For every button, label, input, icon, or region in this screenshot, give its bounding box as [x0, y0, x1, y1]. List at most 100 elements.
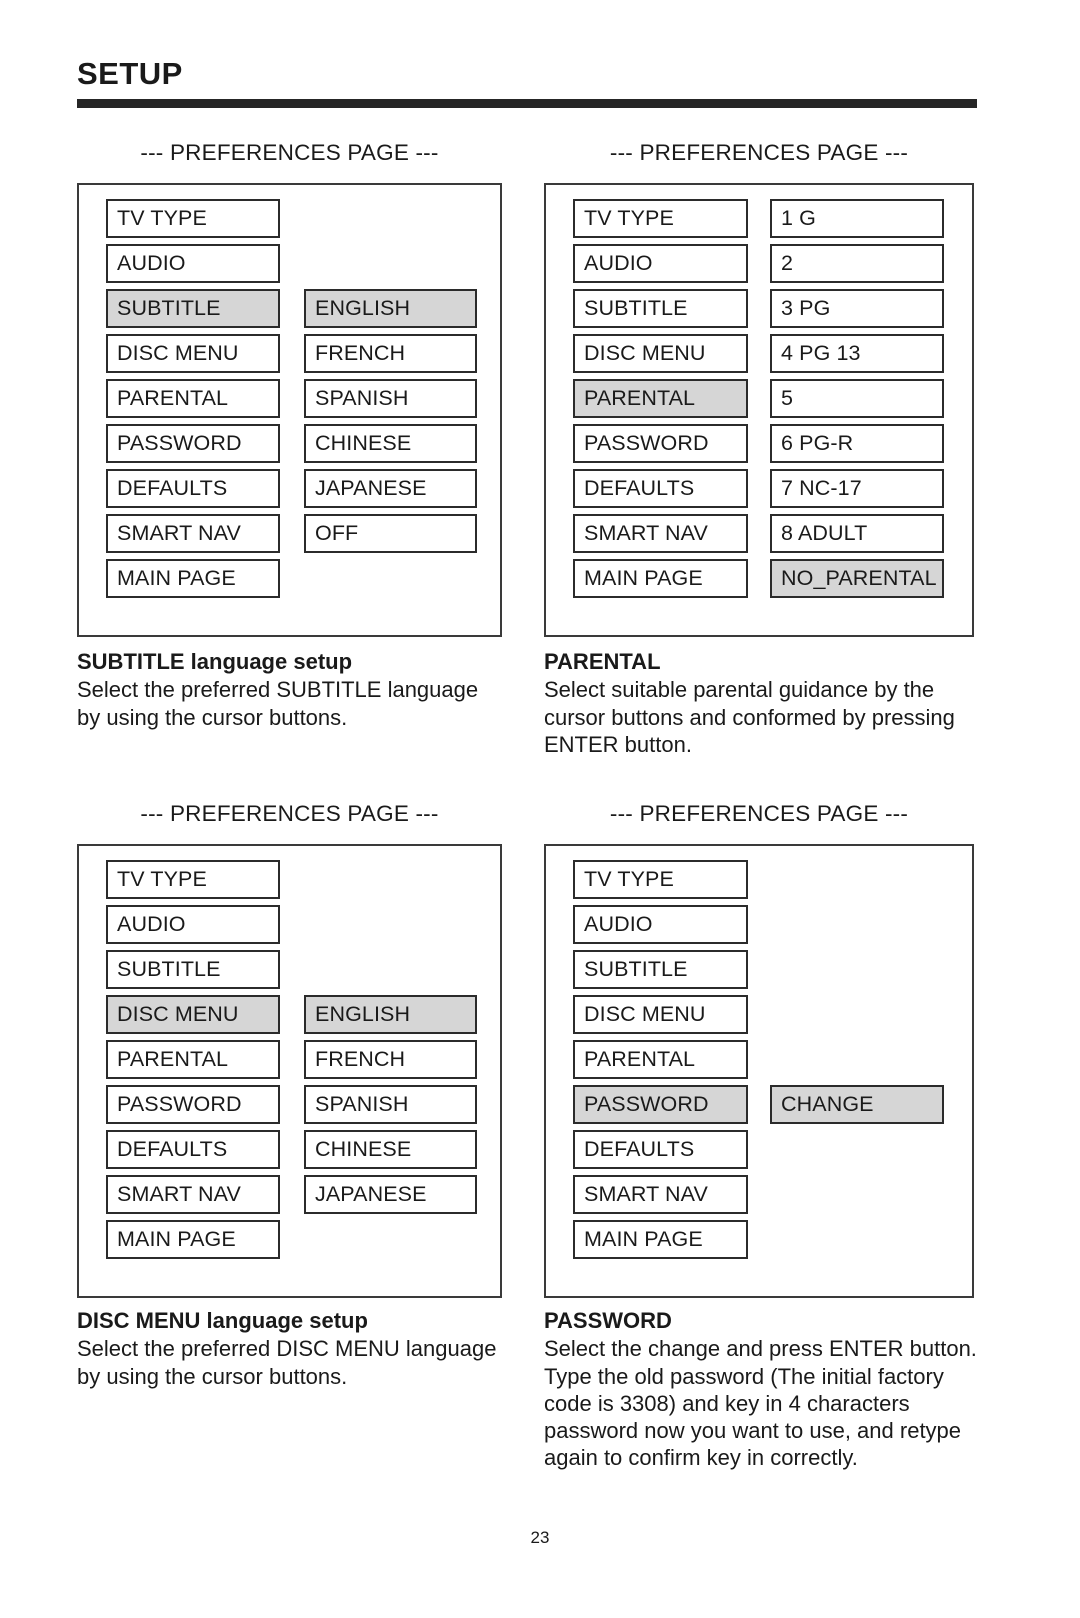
menu-item-audio[interactable]: AUDIO — [106, 905, 280, 944]
description-parental: PARENTAL Select suitable parental guidan… — [544, 648, 984, 758]
menu-item-smart-nav[interactable]: SMART NAV — [573, 514, 748, 553]
menu-item-subtitle[interactable]: SUBTITLE — [573, 950, 748, 989]
menu-item-main-page[interactable]: MAIN PAGE — [106, 559, 280, 598]
description-title: PARENTAL — [544, 649, 661, 674]
menu-item-tv-type[interactable]: TV TYPE — [106, 860, 280, 899]
menu-item-main-page[interactable]: MAIN PAGE — [573, 559, 748, 598]
menu-option-french[interactable]: FRENCH — [304, 334, 477, 373]
menu-option-spanish[interactable]: SPANISH — [304, 379, 477, 418]
osd-menu-row: SUBTITLE ENGLISH — [79, 289, 500, 334]
menu-item-audio[interactable]: AUDIO — [106, 244, 280, 283]
menu-item-password[interactable]: PASSWORD — [106, 424, 280, 463]
osd-menu-row: TV TYPE — [79, 860, 500, 905]
osd-row-group: TV TYPE AUDIO SUBTITLE DISC MENU ENGLISH PARE… — [79, 860, 500, 1265]
description-body: Select the change and press ENTER button… — [544, 1336, 977, 1471]
page-number: 23 — [530, 1528, 550, 1547]
menu-option-2[interactable]: 2 — [770, 244, 944, 283]
menu-item-password[interactable]: PASSWORD — [573, 1085, 748, 1124]
menu-item-disc-menu[interactable]: DISC MENU — [106, 995, 280, 1034]
menu-option-1-g[interactable]: 1 G — [770, 199, 944, 238]
osd-menu-row: SUBTITLE — [79, 950, 500, 995]
osd-menu-row: DISC MENU — [546, 995, 972, 1040]
osd-menu-row: MAIN PAGE — [79, 559, 500, 604]
menu-item-audio[interactable]: AUDIO — [573, 905, 748, 944]
menu-item-parental[interactable]: PARENTAL — [106, 379, 280, 418]
menu-option-5[interactable]: 5 — [770, 379, 944, 418]
menu-item-password[interactable]: PASSWORD — [573, 424, 748, 463]
preferences-page-caption: --- PREFERENCES PAGE --- — [140, 140, 439, 165]
menu-item-main-page[interactable]: MAIN PAGE — [106, 1220, 280, 1259]
osd-menu-row: AUDIO — [79, 244, 500, 289]
menu-option-chinese[interactable]: CHINESE — [304, 424, 477, 463]
menu-item-subtitle[interactable]: SUBTITLE — [573, 289, 748, 328]
menu-option-3-pg[interactable]: 3 PG — [770, 289, 944, 328]
menu-option-french[interactable]: FRENCH — [304, 1040, 477, 1079]
menu-option-change[interactable]: CHANGE — [770, 1085, 944, 1124]
description-password: PASSWORD Select the change and press ENT… — [544, 1307, 984, 1472]
menu-item-parental[interactable]: PARENTAL — [573, 1040, 748, 1079]
menu-option-7-nc-17[interactable]: 7 NC-17 — [770, 469, 944, 508]
menu-option-japanese[interactable]: JAPANESE — [304, 469, 477, 508]
menu-item-disc-menu[interactable]: DISC MENU — [573, 334, 748, 373]
osd-menu-row: AUDIO — [79, 905, 500, 950]
menu-option-no-parental[interactable]: NO_PARENTAL — [770, 559, 944, 598]
osd-menu-row: PARENTAL SPANISH — [79, 379, 500, 424]
menu-option-off[interactable]: OFF — [304, 514, 477, 553]
menu-item-disc-menu[interactable]: DISC MENU — [573, 995, 748, 1034]
menu-option-chinese[interactable]: CHINESE — [304, 1130, 477, 1169]
description-title: SUBTITLE language setup — [77, 649, 353, 674]
osd-menu-row: DEFAULTS JAPANESE — [79, 469, 500, 514]
description-title: PASSWORD — [544, 1308, 672, 1333]
osd-menu-row: SMART NAV OFF — [79, 514, 500, 559]
description-subtitle: SUBTITLE language setup Select the prefe… — [77, 648, 507, 731]
menu-item-tv-type[interactable]: TV TYPE — [573, 860, 748, 899]
menu-item-subtitle[interactable]: SUBTITLE — [106, 950, 280, 989]
menu-item-parental[interactable]: PARENTAL — [106, 1040, 280, 1079]
osd-menu-row: TV TYPE — [546, 860, 972, 905]
menu-item-smart-nav[interactable]: SMART NAV — [106, 1175, 280, 1214]
menu-item-tv-type[interactable]: TV TYPE — [573, 199, 748, 238]
osd-menu-row: AUDIO 2 — [546, 244, 972, 289]
menu-item-tv-type[interactable]: TV TYPE — [106, 199, 280, 238]
panel-block-parental: --- PREFERENCES PAGE --- TV TYPE 1 G AUDIO… — [544, 140, 974, 637]
menu-item-parental[interactable]: PARENTAL — [573, 379, 748, 418]
osd-menu-row: PASSWORD 6 PG-R — [546, 424, 972, 469]
menu-item-disc-menu[interactable]: DISC MENU — [106, 334, 280, 373]
menu-item-defaults[interactable]: DEFAULTS — [573, 1130, 748, 1169]
menu-option-4-pg-13[interactable]: 4 PG 13 — [770, 334, 944, 373]
menu-item-defaults[interactable]: DEFAULTS — [106, 1130, 280, 1169]
page-title: SETUP — [77, 56, 183, 91]
menu-item-audio[interactable]: AUDIO — [573, 244, 748, 283]
menu-item-defaults[interactable]: DEFAULTS — [106, 469, 280, 508]
osd-menu-row: MAIN PAGE — [546, 1220, 972, 1265]
osd-panel-disc-menu: TV TYPE AUDIO SUBTITLE DISC MENU ENGLISH PARE… — [77, 844, 502, 1298]
preferences-page-caption: --- PREFERENCES PAGE --- — [140, 801, 439, 826]
description-disc-menu: DISC MENU language setup Select the pref… — [77, 1307, 507, 1390]
osd-menu-row: PARENTAL — [546, 1040, 972, 1085]
menu-item-smart-nav[interactable]: SMART NAV — [106, 514, 280, 553]
osd-row-group: TV TYPE 1 G AUDIO 2 SUBTITLE 3 PG DISC MENU 4 P… — [546, 199, 972, 604]
osd-menu-row: MAIN PAGE NO_PARENTAL — [546, 559, 972, 604]
panel-block-password: --- PREFERENCES PAGE --- TV TYPE AUDIO SUB… — [544, 801, 974, 1298]
menu-item-smart-nav[interactable]: SMART NAV — [573, 1175, 748, 1214]
osd-menu-row: SMART NAV JAPANESE — [79, 1175, 500, 1220]
menu-item-defaults[interactable]: DEFAULTS — [573, 469, 748, 508]
menu-option-8-adult[interactable]: 8 ADULT — [770, 514, 944, 553]
osd-menu-row: PARENTAL 5 — [546, 379, 972, 424]
menu-option-spanish[interactable]: SPANISH — [304, 1085, 477, 1124]
preferences-page-caption: --- PREFERENCES PAGE --- — [609, 801, 909, 826]
osd-menu-row: DEFAULTS — [546, 1130, 972, 1175]
menu-item-password[interactable]: PASSWORD — [106, 1085, 280, 1124]
menu-item-subtitle[interactable]: SUBTITLE — [106, 289, 280, 328]
menu-option-japanese[interactable]: JAPANESE — [304, 1175, 477, 1214]
menu-option-6-pg-r[interactable]: 6 PG-R — [770, 424, 944, 463]
osd-menu-row: PASSWORD CHINESE — [79, 424, 500, 469]
osd-menu-row: DISC MENU 4 PG 13 — [546, 334, 972, 379]
description-title: DISC MENU language setup — [77, 1308, 368, 1333]
menu-option-english[interactable]: ENGLISH — [304, 995, 477, 1034]
description-body: Select the preferred SUBTITLE language b… — [77, 677, 479, 730]
osd-menu-row: DEFAULTS 7 NC-17 — [546, 469, 972, 514]
panel-block-disc-menu: --- PREFERENCES PAGE --- TV TYPE AUDIO SUB… — [77, 801, 502, 1298]
menu-item-main-page[interactable]: MAIN PAGE — [573, 1220, 748, 1259]
menu-option-english[interactable]: ENGLISH — [304, 289, 477, 328]
